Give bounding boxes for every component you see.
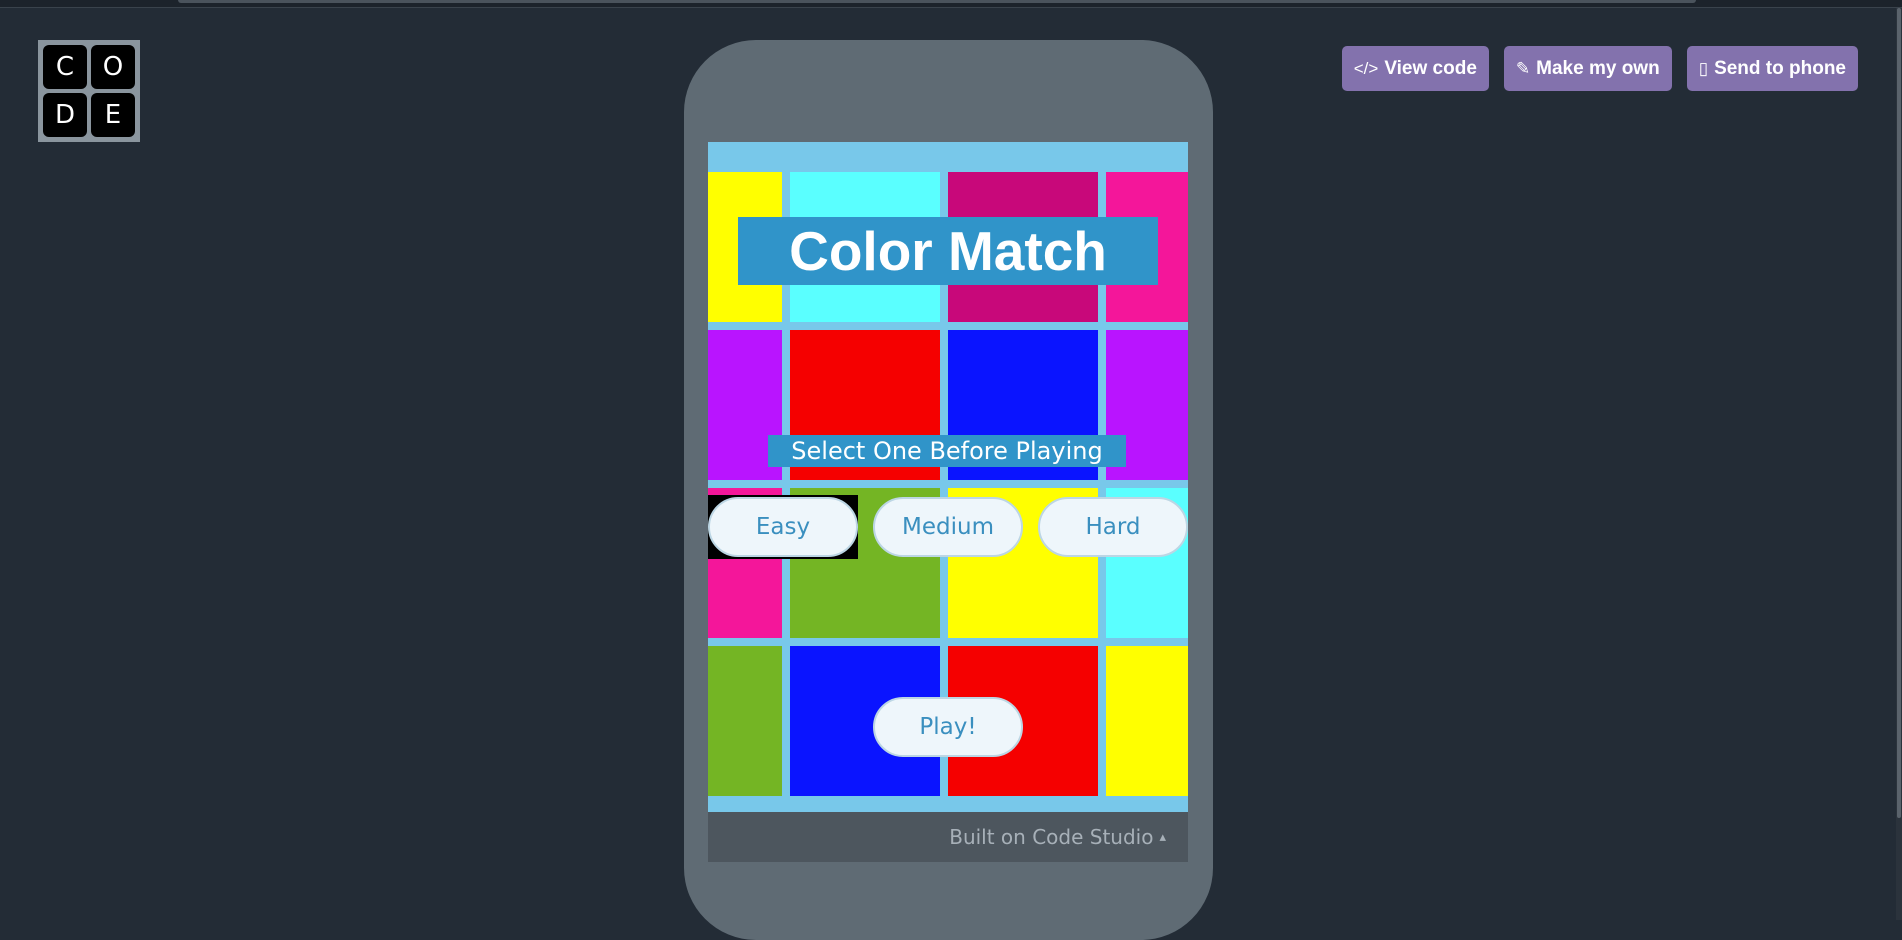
send-to-phone-button[interactable]: ▯ Send to phone: [1686, 46, 1858, 91]
vertical-scrollbar[interactable]: [1896, 8, 1902, 920]
make-my-own-button[interactable]: ✎ Make my own: [1503, 46, 1672, 91]
color-tile: [708, 646, 782, 796]
vertical-scrollbar-thumb[interactable]: [1897, 8, 1901, 818]
app-screen: Color Match Select One Before Playing Ea…: [708, 142, 1188, 812]
code-icon: </>: [1353, 58, 1379, 78]
easy-button[interactable]: Easy: [708, 497, 858, 557]
code-org-logo[interactable]: C O D E: [38, 40, 140, 142]
caret-up-icon: ▴: [1159, 829, 1166, 845]
send-to-phone-label: Send to phone: [1714, 57, 1846, 79]
logo-letter: D: [43, 93, 87, 137]
medium-button[interactable]: Medium: [873, 497, 1023, 557]
header-actions: </> View code ✎ Make my own ▯ Send to ph…: [1341, 46, 1858, 91]
app-title: Color Match: [738, 217, 1158, 285]
difficulty-prompt: Select One Before Playing: [768, 435, 1126, 467]
top-scrollbar[interactable]: [0, 0, 1902, 8]
view-code-label: View code: [1384, 57, 1477, 79]
logo-letter: O: [91, 45, 135, 89]
top-scrollbar-thumb[interactable]: [178, 0, 1696, 3]
logo-letter: C: [43, 45, 87, 89]
footer-text: Built on Code Studio: [949, 825, 1154, 849]
make-my-own-label: Make my own: [1536, 57, 1660, 79]
play-button[interactable]: Play!: [873, 697, 1023, 757]
color-tile: [1106, 646, 1188, 796]
view-code-button[interactable]: </> View code: [1341, 46, 1489, 91]
phone-icon: ▯: [1698, 58, 1709, 78]
hard-button[interactable]: Hard: [1038, 497, 1188, 557]
logo-letter: E: [91, 93, 135, 137]
edit-icon: ✎: [1515, 58, 1531, 78]
built-on-code-studio-footer[interactable]: Built on Code Studio ▴: [708, 812, 1188, 862]
